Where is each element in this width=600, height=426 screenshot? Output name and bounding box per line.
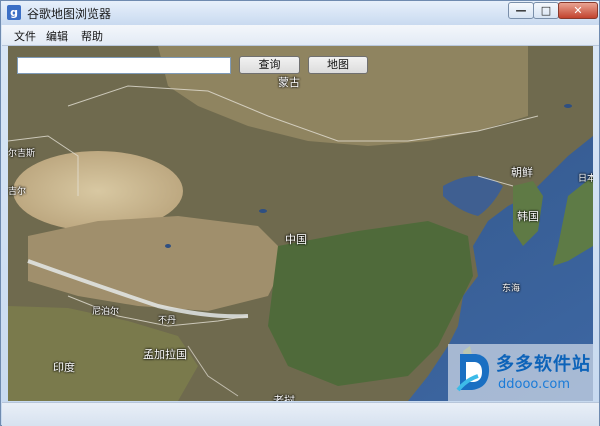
map-label-mongolia: 蒙古: [278, 76, 300, 89]
watermark-logo-icon: [456, 354, 490, 392]
title-bar[interactable]: g 谷歌地图浏览器 — □ ✕: [1, 1, 599, 25]
close-icon: ✕: [573, 4, 583, 17]
watermark: 多多软件站 ddooo.com: [448, 344, 593, 401]
menu-file[interactable]: 文件: [10, 27, 40, 45]
maximize-icon: □: [540, 4, 552, 17]
map-label-kyrgyz: 吉尔: [8, 187, 27, 197]
map-label-east-sea: 东海: [502, 284, 521, 294]
minimize-button[interactable]: —: [508, 2, 534, 19]
menu-edit[interactable]: 编辑: [42, 27, 72, 45]
app-icon: g: [7, 5, 21, 20]
maximize-button[interactable]: □: [533, 2, 559, 19]
map-button[interactable]: 地图: [308, 56, 368, 74]
map-label-north-korea: 朝鲜: [511, 166, 533, 179]
close-button[interactable]: ✕: [558, 2, 598, 19]
map-label-india: 印度: [53, 361, 75, 374]
minimize-icon: —: [515, 4, 527, 17]
watermark-brand: 多多软件站: [496, 354, 591, 375]
search-input[interactable]: [17, 57, 231, 74]
status-bar: [2, 402, 599, 426]
window-title: 谷歌地图浏览器: [27, 7, 112, 21]
map-label-bangladesh: 孟加拉国: [143, 348, 187, 361]
map-label-bhutan: 不丹: [158, 316, 177, 326]
map-label-laos: 老挝: [273, 394, 295, 401]
watermark-url: ddooo.com: [498, 377, 571, 392]
app-window: g 谷歌地图浏览器 — □ ✕ 文件 编辑 帮助 蒙古 尔吉斯 吉尔 中国 朝鲜…: [0, 0, 600, 426]
map-label-kazakhstan: 尔吉斯: [8, 149, 36, 159]
menu-bar: 文件 编辑 帮助: [2, 25, 599, 46]
map-label-nepal: 尼泊尔: [92, 307, 120, 317]
map-label-japan: 日本: [578, 174, 593, 184]
menu-help[interactable]: 帮助: [77, 27, 107, 45]
map-label-china: 中国: [285, 233, 307, 246]
query-button[interactable]: 查询: [239, 56, 300, 74]
map-label-south-korea: 韩国: [517, 210, 539, 223]
